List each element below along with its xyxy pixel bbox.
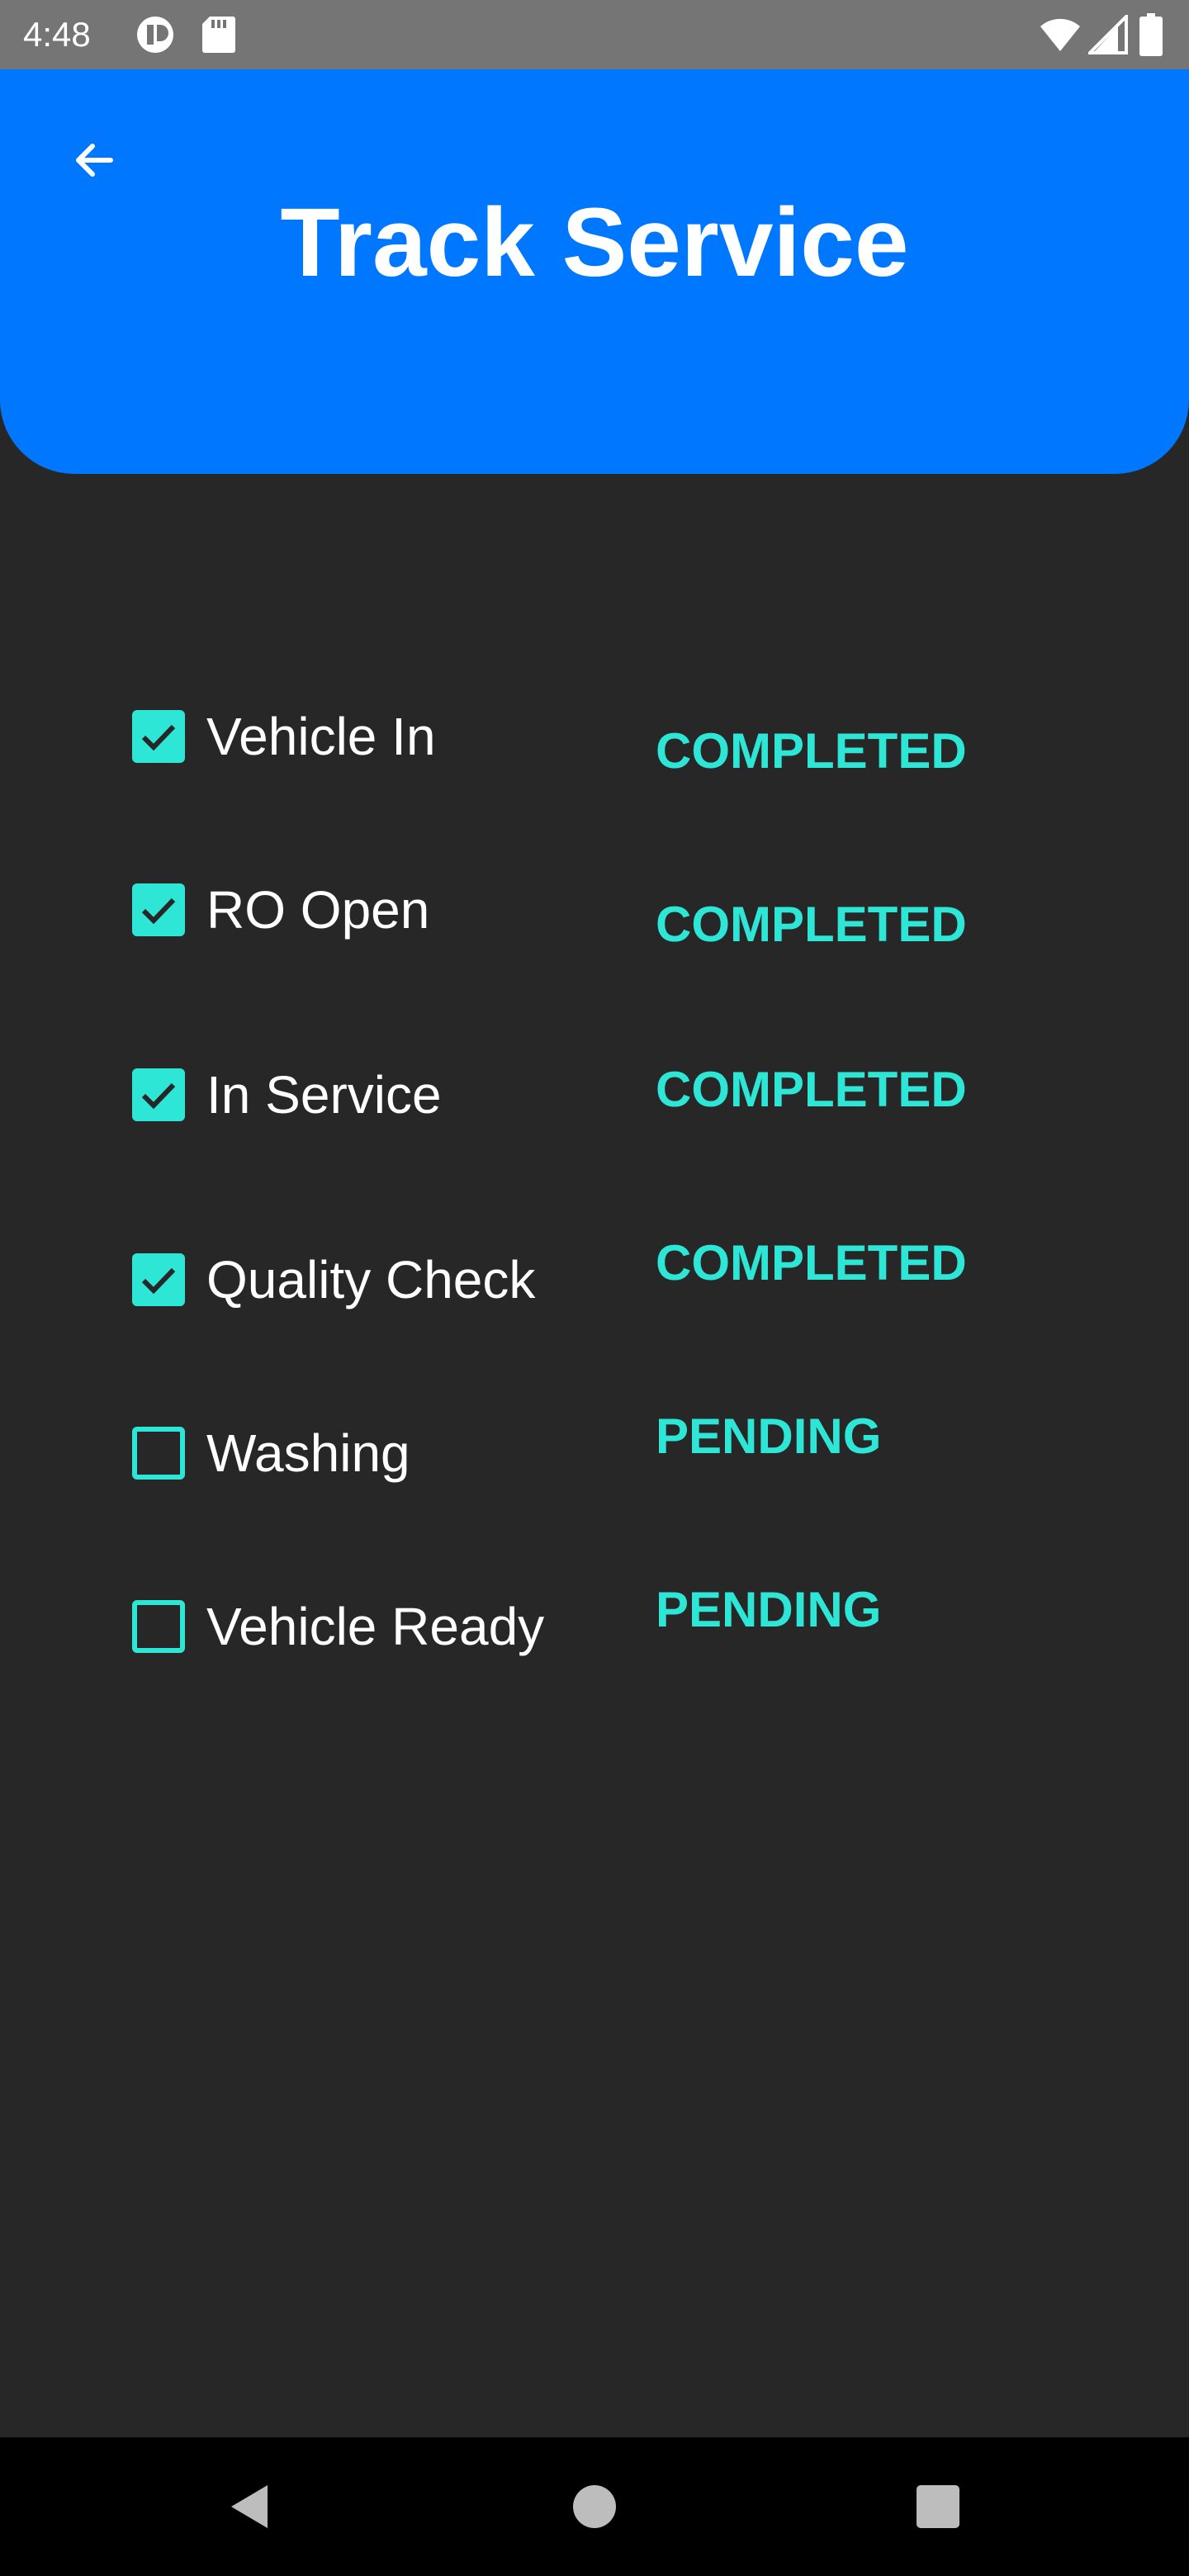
nav-back-icon[interactable] — [221, 2477, 281, 2536]
notification-app-icon — [135, 15, 175, 54]
step-checkbox[interactable] — [132, 710, 185, 763]
status-time: 4:48 — [23, 15, 91, 54]
step-label[interactable]: Vehicle In — [206, 705, 436, 768]
step-status: COMPLETED — [656, 723, 967, 779]
check-icon — [141, 724, 176, 751]
step-row-washing: Washing PENDING — [132, 1409, 1123, 1493]
step-row-ro-open: RO Open COMPLETED — [132, 867, 1123, 952]
step-label[interactable]: Quality Check — [206, 1248, 535, 1311]
step-label[interactable]: Vehicle Ready — [206, 1595, 544, 1658]
check-icon — [141, 1267, 176, 1295]
step-status: COMPLETED — [656, 1235, 967, 1290]
screen: 4:48 Track Service Vehicle In COMPLETED … — [0, 0, 1189, 2576]
battery-icon — [1139, 13, 1163, 56]
nav-recents-icon[interactable] — [915, 2484, 961, 2530]
step-checkbox[interactable] — [132, 1253, 185, 1306]
step-row-quality-check: Quality Check COMPLETED — [132, 1235, 1123, 1319]
step-checkbox[interactable] — [132, 1600, 185, 1653]
page-title: Track Service — [280, 188, 909, 297]
step-checkbox[interactable] — [132, 883, 185, 936]
step-status: PENDING — [656, 1409, 882, 1464]
status-bar: 4:48 — [0, 0, 1189, 69]
step-row-vehicle-ready: Vehicle Ready PENDING — [132, 1582, 1123, 1666]
sd-card-icon — [200, 15, 236, 54]
step-checkbox[interactable] — [132, 1068, 185, 1121]
check-icon — [141, 1082, 176, 1110]
cell-signal-icon — [1086, 12, 1128, 54]
step-row-in-service: In Service COMPLETED — [132, 1052, 1123, 1134]
step-checkbox[interactable] — [132, 1427, 185, 1480]
app-bar: Track Service — [0, 69, 1189, 474]
step-status: COMPLETED — [656, 897, 967, 952]
step-status: COMPLETED — [656, 1062, 967, 1117]
step-row-vehicle-in: Vehicle In COMPLETED — [132, 694, 1123, 779]
step-label[interactable]: In Service — [206, 1063, 442, 1126]
step-status: PENDING — [656, 1582, 882, 1637]
system-navigation-bar — [0, 2437, 1189, 2576]
wifi-icon — [1039, 15, 1082, 54]
step-label[interactable]: Washing — [206, 1422, 410, 1485]
check-icon — [141, 897, 176, 925]
nav-home-icon[interactable] — [570, 2482, 619, 2531]
step-label[interactable]: RO Open — [206, 878, 429, 941]
